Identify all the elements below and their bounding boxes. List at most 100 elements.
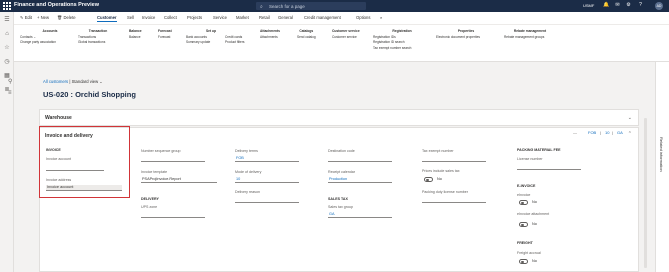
credit-cards-button[interactable]: Credit cards — [225, 35, 245, 39]
tax-exempt-number-label: Tax exempt number — [422, 149, 454, 153]
group-registration: Registration Registration IDs Registrati… — [373, 29, 431, 50]
summary-mode-of-delivery: 10 — [605, 130, 610, 135]
list-toggle-icon[interactable]: ≡ — [8, 90, 12, 96]
related-information-label: Related information — [659, 137, 664, 172]
electronic-document-properties-button[interactable]: Electronic document properties — [436, 35, 496, 39]
tab-projects[interactable]: Projects — [187, 15, 202, 20]
ups-zone-field[interactable] — [141, 212, 205, 218]
group-attachments: Attachments Attachments — [260, 29, 280, 39]
change-party-button[interactable]: Change party association — [20, 40, 80, 44]
balance-button[interactable]: Balance — [129, 35, 142, 39]
delivery-terms-field[interactable]: FOB — [235, 156, 299, 162]
tab-market[interactable]: Market — [236, 15, 249, 20]
vertical-scrollbar[interactable] — [644, 118, 647, 268]
standard-view-picker[interactable]: Standard view — [72, 79, 99, 84]
tab-general[interactable]: General — [278, 15, 293, 20]
number-sequence-group-field[interactable] — [141, 156, 205, 162]
transactions-button[interactable]: Transactions — [78, 35, 118, 39]
destination-code-field[interactable] — [328, 156, 392, 162]
avatar[interactable]: AD — [655, 2, 663, 10]
company-picker[interactable]: USMF — [583, 3, 594, 8]
tab-invoice[interactable]: Invoice — [142, 15, 155, 20]
delivery-reason-field[interactable] — [235, 197, 299, 203]
bell-icon[interactable]: 🔔 — [603, 2, 610, 9]
group-title: Forecast — [158, 29, 172, 33]
registration-id-search-button[interactable]: Registration ID search — [373, 40, 431, 44]
receipt-calendar-field[interactable]: Production — [328, 177, 392, 183]
group-title: Catalogs — [299, 29, 314, 33]
group-title: Rebate management — [513, 29, 547, 33]
group-title — [225, 29, 245, 33]
tab-customer[interactable]: Customer — [97, 15, 117, 22]
group-title: Transaction — [88, 29, 108, 33]
invoice-template-field[interactable]: PSAProjInvoice.Report — [141, 177, 217, 183]
prices-include-tax-toggle[interactable] — [424, 177, 433, 182]
tab-options[interactable]: Options — [356, 15, 370, 20]
delivery-terms-label: Delivery terms — [235, 149, 258, 153]
mode-of-delivery-field[interactable]: 10 — [235, 177, 299, 183]
gear-icon[interactable]: ⚙ — [625, 2, 632, 9]
home-icon[interactable]: ⌂ — [3, 30, 11, 38]
receipt-calendar-label: Receipt calendar — [328, 170, 355, 174]
send-catalog-button[interactable]: Send catalog — [297, 35, 316, 39]
license-number-field[interactable] — [517, 164, 581, 170]
tab-delete[interactable]: 🗑 Delete — [57, 15, 76, 21]
chevron-up-icon[interactable]: ⌃ — [628, 131, 632, 137]
tab-sell[interactable]: Sell — [127, 15, 134, 20]
search-box[interactable]: ⌕ Search for a page — [256, 2, 366, 10]
tab-credit-management[interactable]: Credit management — [304, 15, 341, 20]
related-information-pane[interactable]: Related information — [655, 62, 669, 272]
packing-material-fee-heading: PACKING MATERIAL FEE — [517, 148, 561, 152]
warehouse-section[interactable]: Warehouse ⌄ — [39, 109, 639, 126]
all-customers-link[interactable]: All customers — [43, 79, 68, 84]
tab-label: Delete — [63, 15, 76, 20]
ups-zone-label: UPS zone — [141, 205, 158, 209]
sales-tax-group-field[interactable]: GA — [328, 212, 392, 218]
einvoice-attachment-value: No — [532, 222, 537, 226]
packing-duty-license-field[interactable] — [422, 197, 486, 203]
einvoice-label: eInvoice — [517, 193, 531, 197]
tab-edit[interactable]: ✎ Edit — [20, 15, 32, 20]
product-filters-button[interactable]: Product filters — [225, 40, 245, 44]
waffle-icon[interactable] — [3, 2, 11, 10]
contacts-button[interactable]: Contacts ⌄ — [20, 35, 80, 39]
search-action-icon[interactable]: ⌕ — [380, 15, 382, 20]
einvoice-toggle[interactable] — [519, 200, 528, 205]
tab-service[interactable]: Service — [213, 15, 227, 20]
help-icon[interactable]: ? — [637, 2, 644, 9]
rebate-groups-button[interactable]: Rebate management groups — [504, 35, 556, 39]
action-tabs: ✎ Edit + New 🗑 Delete Customer Sell Invo… — [14, 12, 669, 23]
group-setup-2: Credit cards Product filters — [225, 29, 245, 45]
einvoice-attachment-toggle[interactable] — [519, 222, 528, 227]
chat-icon[interactable]: ✉ — [614, 2, 621, 9]
global-transactions-button[interactable]: Global transactions — [78, 40, 118, 44]
packing-duty-license-label: Packing duty license number — [422, 190, 468, 194]
group-title: Customer service — [332, 29, 360, 33]
tab-new[interactable]: + New — [37, 15, 49, 20]
tax-exempt-number-field[interactable] — [422, 156, 486, 162]
group-title: Registration — [392, 29, 412, 33]
tab-retail[interactable]: Retail — [259, 15, 270, 20]
summary-separator: | — [612, 130, 614, 135]
hamburger-icon[interactable]: ☰ — [3, 16, 11, 24]
clock-icon[interactable]: ◷ — [3, 58, 11, 66]
registration-ids-button[interactable]: Registration IDs — [373, 35, 431, 39]
customer-service-button[interactable]: Customer service — [332, 35, 360, 39]
summary-sales-tax-group: GA — [617, 130, 623, 135]
chevron-down-icon[interactable]: ⌄ — [628, 115, 632, 121]
destination-code-label: Destination code — [328, 149, 355, 153]
einvoice-value: No — [532, 200, 537, 204]
group-transaction: Transaction Transactions Global transact… — [78, 29, 118, 44]
action-pane: ✎ Edit + New 🗑 Delete Customer Sell Invo… — [14, 12, 669, 62]
filter-icon[interactable]: ⚲ — [8, 78, 12, 85]
freight-accrual-toggle[interactable] — [519, 259, 528, 264]
tab-collect[interactable]: Collect — [164, 15, 177, 20]
group-forecast: Forecast Forecast — [158, 29, 172, 39]
forecast-button[interactable]: Forecast — [158, 35, 172, 39]
summary-separator: | — [600, 130, 602, 135]
attachments-button[interactable]: Attachments — [260, 35, 280, 39]
summary-delivery-terms: FOB — [588, 130, 597, 135]
group-catalogs: Catalogs Send catalog — [297, 29, 316, 39]
tax-exempt-search-button[interactable]: Tax exempt number search — [373, 46, 431, 50]
star-icon[interactable]: ☆ — [3, 44, 11, 52]
